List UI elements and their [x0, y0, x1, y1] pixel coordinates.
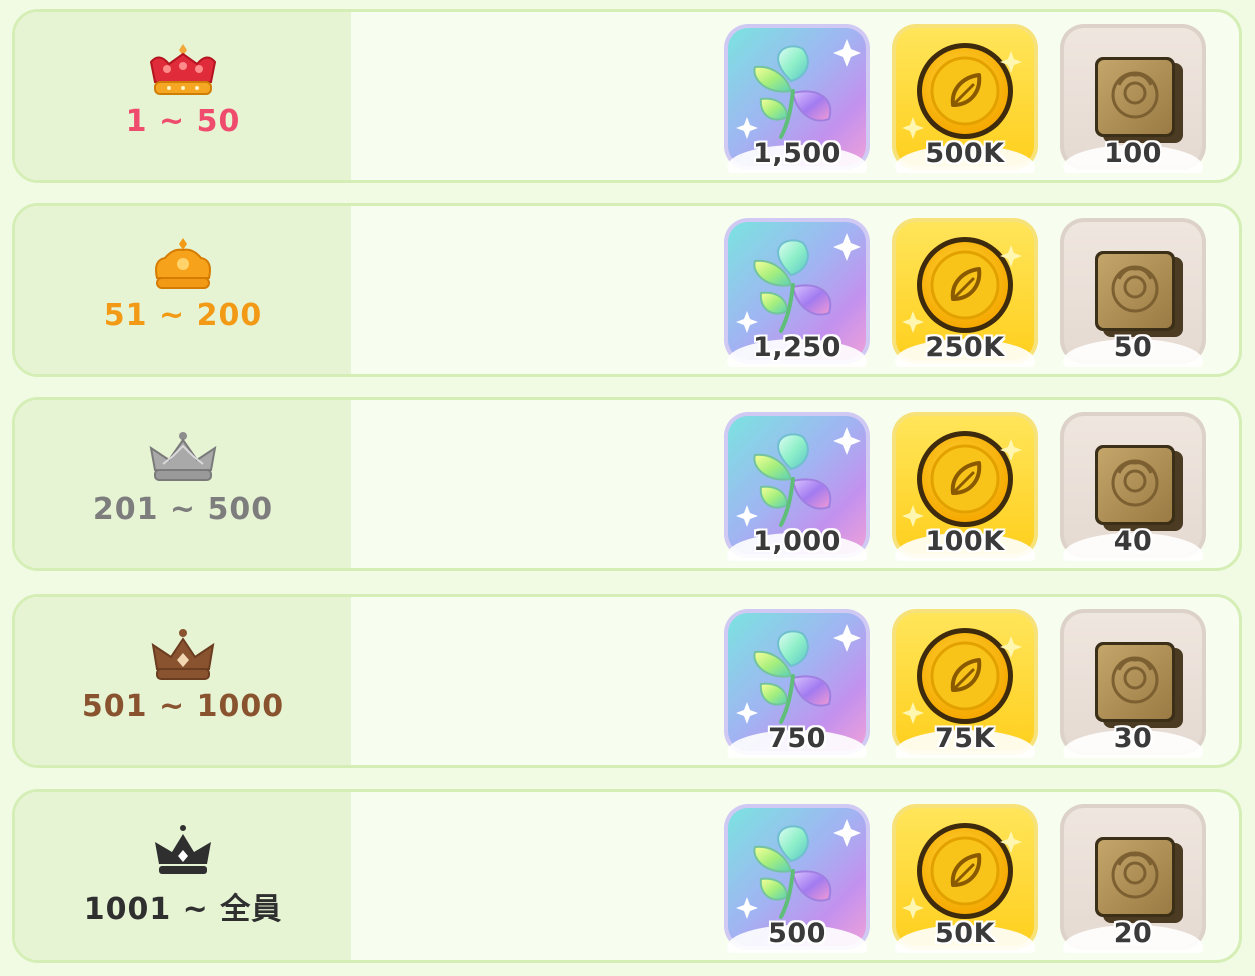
rank-panel: 201 ~ 500 — [15, 400, 351, 568]
reward-stamp-card[interactable]: 40 — [1057, 409, 1209, 561]
rank-range: 1 ~ 50 — [125, 104, 241, 139]
reward-list: 1,250 250K 50 — [721, 215, 1221, 367]
reward-stamp-card[interactable]: 50 — [1057, 215, 1209, 367]
red-crown-icon — [145, 42, 221, 100]
reward-amount: 20 — [1113, 918, 1153, 949]
reward-amount: 100 — [1104, 138, 1162, 169]
black-crown-icon — [145, 822, 221, 880]
reward-crystal-leaf[interactable]: 500 — [721, 801, 873, 953]
reward-amount: 500 — [768, 918, 826, 949]
reward-gold-coin[interactable]: 100K — [889, 409, 1041, 561]
rank-range: 501 ~ 1000 — [81, 689, 285, 724]
reward-amount: 50 — [1113, 332, 1153, 363]
rank-range: 201 ~ 500 — [92, 492, 274, 527]
reward-amount: 40 — [1113, 526, 1153, 557]
silver-crown-icon — [145, 430, 221, 488]
reward-amount: 75K — [935, 723, 995, 754]
rank-range: 51 ~ 200 — [103, 298, 263, 333]
reward-gold-coin[interactable]: 50K — [889, 801, 1041, 953]
reward-amount: 30 — [1113, 723, 1153, 754]
reward-list: 1,500 500K 100 — [721, 21, 1221, 173]
tier-row-4: 501 ~ 1000 750 75K 30 — [12, 594, 1242, 768]
reward-amount: 1,500 — [753, 138, 841, 169]
reward-stamp-card[interactable]: 20 — [1057, 801, 1209, 953]
tier-row-2: 51 ~ 200 1,250 250K 50 — [12, 203, 1242, 377]
ranking-rewards-list: 1 ~ 50 1,500 500K 100 51 ~ 200 1,250 250… — [0, 0, 1255, 976]
bronze-crown-icon — [145, 627, 221, 685]
reward-crystal-leaf[interactable]: 1,500 — [721, 21, 873, 173]
reward-list: 500 50K 20 — [721, 801, 1221, 953]
reward-gold-coin[interactable]: 250K — [889, 215, 1041, 367]
reward-list: 750 75K 30 — [721, 606, 1221, 758]
reward-stamp-card[interactable]: 100 — [1057, 21, 1209, 173]
rank-panel: 1 ~ 50 — [15, 12, 351, 180]
rank-panel: 501 ~ 1000 — [15, 597, 351, 765]
rank-range: 1001 ~ 全員 — [83, 892, 283, 927]
reward-amount: 100K — [925, 526, 1005, 557]
reward-crystal-leaf[interactable]: 1,250 — [721, 215, 873, 367]
rank-panel: 51 ~ 200 — [15, 206, 351, 374]
reward-amount: 750 — [768, 723, 826, 754]
reward-amount: 50K — [935, 918, 995, 949]
reward-crystal-leaf[interactable]: 750 — [721, 606, 873, 758]
tier-row-5: 1001 ~ 全員 500 50K 20 — [12, 789, 1242, 963]
reward-list: 1,000 100K 40 — [721, 409, 1221, 561]
reward-gold-coin[interactable]: 500K — [889, 21, 1041, 173]
reward-stamp-card[interactable]: 30 — [1057, 606, 1209, 758]
reward-amount: 1,250 — [753, 332, 841, 363]
reward-crystal-leaf[interactable]: 1,000 — [721, 409, 873, 561]
tier-row-3: 201 ~ 500 1,000 100K 40 — [12, 397, 1242, 571]
reward-amount: 500K — [925, 138, 1005, 169]
reward-amount: 1,000 — [753, 526, 841, 557]
reward-gold-coin[interactable]: 75K — [889, 606, 1041, 758]
rank-panel: 1001 ~ 全員 — [15, 792, 351, 960]
reward-amount: 250K — [925, 332, 1005, 363]
tier-row-1: 1 ~ 50 1,500 500K 100 — [12, 9, 1242, 183]
orange-crown-icon — [145, 236, 221, 294]
